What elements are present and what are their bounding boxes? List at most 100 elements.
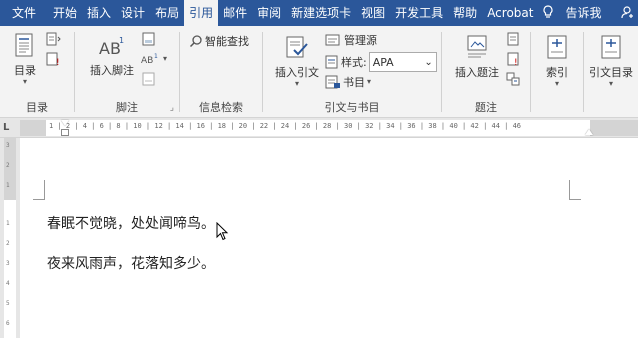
- endnote-icon: [142, 32, 155, 46]
- tab-view[interactable]: 视图: [356, 0, 390, 26]
- cross-reference-button[interactable]: [506, 72, 520, 86]
- tab-acrobat[interactable]: Acrobat: [482, 0, 538, 26]
- toc-icon: [15, 33, 33, 57]
- cross-reference-icon: [506, 72, 520, 86]
- style-label: 样式:: [341, 56, 367, 69]
- document-page[interactable]: 春眠不觉晓，处处闻啼鸟。 夜来风雨声，花落知多少。: [20, 138, 638, 338]
- table-of-figures-icon: [507, 32, 519, 46]
- vruler-number: 3: [6, 260, 10, 267]
- table-of-authorities-button[interactable]: 引文目录 ▾: [586, 34, 636, 88]
- chevron-down-icon: ▾: [163, 54, 168, 63]
- mark-citation-icon: [601, 35, 621, 59]
- document-line[interactable]: 春眠不觉晓，处处闻啼鸟。: [47, 213, 215, 233]
- smart-lookup-label: 智能查找: [205, 35, 249, 48]
- bibliography-icon: [325, 75, 340, 89]
- manage-sources-button[interactable]: 管理源: [325, 32, 377, 48]
- insert-table-of-figures-button[interactable]: [506, 32, 520, 46]
- bibliography-label: 书目: [343, 76, 365, 89]
- add-text-button[interactable]: [46, 32, 62, 46]
- first-line-indent-marker[interactable]: [61, 120, 69, 126]
- group-authorities: 引文目录 ▾: [584, 26, 638, 118]
- table-of-authorities-label: 引文目录: [589, 66, 633, 79]
- group-label-footnotes: 脚注: [116, 101, 138, 114]
- tab-selector[interactable]: L: [3, 122, 9, 133]
- tab-references[interactable]: 引用: [184, 0, 219, 26]
- group-toc: 目录 ▾ ! 目录: [0, 26, 74, 118]
- style-icon: [325, 55, 338, 69]
- chevron-down-icon: ▾: [554, 79, 559, 88]
- index-button[interactable]: 索引 ▾: [541, 34, 573, 88]
- mark-entry-icon: [547, 35, 567, 59]
- dialog-launcher-icon[interactable]: ⌟: [170, 103, 174, 113]
- tab-help[interactable]: 帮助: [448, 0, 482, 26]
- group-label-research: 信息检索: [199, 101, 243, 114]
- insert-caption-button[interactable]: 插入题注: [452, 34, 502, 80]
- tab-home[interactable]: 开始: [48, 0, 82, 26]
- vruler-number: 1: [6, 220, 10, 227]
- group-label-toc: 目录: [26, 101, 48, 114]
- style-dropdown[interactable]: APA ⌄: [368, 52, 437, 72]
- show-notes-button[interactable]: [141, 72, 157, 86]
- tab-review[interactable]: 审阅: [252, 0, 286, 26]
- tab-mailings[interactable]: 邮件: [218, 0, 252, 26]
- next-footnote-icon: AB 1: [141, 53, 158, 66]
- tell-me-button[interactable]: 告诉我: [560, 0, 606, 26]
- horizontal-ruler[interactable]: 1 | 2 | 4 | 6 | 8 | 10 | 12 | 14 | 16 | …: [20, 120, 638, 136]
- manage-sources-icon: [325, 34, 340, 46]
- tab-design[interactable]: 设计: [116, 0, 150, 26]
- margin-corner-top-left: [33, 180, 45, 200]
- insert-footnote-button[interactable]: AB 1 插入脚注: [85, 34, 139, 78]
- group-footnotes: AB 1 插入脚注 AB 1 ▾ 脚注 ⌟: [75, 26, 179, 118]
- chevron-down-icon: ▾: [294, 79, 299, 88]
- lightbulb-icon[interactable]: [542, 4, 554, 22]
- margin-corner-top-right: [569, 180, 581, 200]
- group-label-captions: 题注: [475, 101, 497, 114]
- update-table-button[interactable]: !: [46, 52, 62, 66]
- update-figures-icon: !: [507, 52, 519, 66]
- left-indent-marker[interactable]: [61, 129, 69, 136]
- group-research: 智能查找 信息检索: [180, 26, 262, 118]
- vertical-ruler[interactable]: 3 2 1 1 2 3 4 5 6: [0, 138, 20, 338]
- index-label: 索引: [546, 66, 568, 79]
- insert-caption-label: 插入题注: [455, 66, 499, 79]
- tab-layout[interactable]: 布局: [150, 0, 184, 26]
- insert-citation-button[interactable]: 插入引文 ▾: [273, 34, 321, 88]
- vruler-number: 4: [6, 280, 10, 287]
- svg-text:AB: AB: [141, 56, 153, 66]
- chevron-down-icon: ▾: [22, 77, 27, 86]
- bibliography-button[interactable]: 书目 ▾: [325, 74, 371, 90]
- svg-text:1: 1: [119, 36, 124, 45]
- update-table-of-figures-button[interactable]: !: [506, 52, 520, 66]
- chevron-down-icon: ⌄: [424, 56, 433, 68]
- tab-new-tab[interactable]: 新建选项卡: [286, 0, 356, 26]
- insert-footnote-label: 插入脚注: [90, 64, 134, 77]
- ruler-numbers: 1 | 2 | 4 | 6 | 8 | 10 | 12 | 14 | 16 | …: [49, 122, 522, 130]
- insert-endnote-button[interactable]: [141, 32, 157, 46]
- search-icon: [189, 35, 202, 48]
- svg-text:1: 1: [154, 53, 158, 60]
- group-index: 索引 ▾: [531, 26, 583, 118]
- style-value: APA: [372, 55, 394, 69]
- footnote-icon: AB1: [99, 36, 124, 58]
- group-captions: 插入题注 ! 题注: [442, 26, 530, 118]
- svg-text:!: !: [56, 58, 60, 66]
- style-selector: 样式: APA ⌄: [325, 52, 437, 72]
- vruler-number: 5: [6, 300, 10, 307]
- share-user-icon[interactable]: [620, 5, 635, 22]
- tab-insert[interactable]: 插入: [82, 0, 116, 26]
- horizontal-ruler-row: L 1 | 2 | 4 | 6 | 8 | 10 | 12 | 14 | 16 …: [0, 118, 638, 138]
- vruler-number: 1: [6, 182, 10, 189]
- chevron-down-icon: ▾: [367, 77, 372, 86]
- svg-text:!: !: [514, 58, 518, 66]
- ribbon: 目录 ▾ ! 目录 AB 1 插入脚注 AB 1 ▾ 脚注 ⌟ 智能查找 信息检…: [0, 26, 638, 118]
- tab-file[interactable]: 文件: [0, 0, 48, 26]
- right-indent-marker[interactable]: [585, 129, 593, 135]
- insert-citation-label: 插入引文: [275, 66, 319, 79]
- vruler-number: 2: [6, 162, 10, 169]
- tab-developer[interactable]: 开发工具: [390, 0, 448, 26]
- document-line[interactable]: 夜来风雨声，花落知多少。: [47, 253, 215, 273]
- next-footnote-button[interactable]: AB 1 ▾: [141, 52, 167, 66]
- update-table-icon: !: [46, 52, 60, 66]
- smart-lookup-button[interactable]: 智能查找: [189, 33, 249, 49]
- toc-button[interactable]: 目录 ▾: [8, 32, 42, 86]
